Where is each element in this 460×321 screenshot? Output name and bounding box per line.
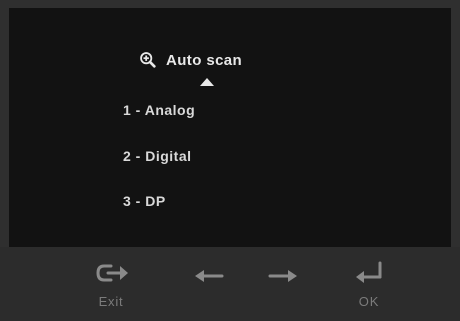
ok-label: OK (358, 294, 380, 309)
right-button[interactable] (266, 268, 300, 284)
exit-label: Exit (98, 294, 124, 309)
menu-title: Auto scan (166, 51, 243, 69)
osd-control-bar: Exit OK (0, 247, 460, 321)
menu-title-row: Auto scan (139, 48, 242, 72)
ok-button[interactable]: OK (352, 259, 386, 309)
menu-item-analog[interactable]: 1 - Analog (123, 102, 195, 118)
exit-icon (96, 264, 128, 282)
left-button[interactable] (192, 268, 226, 284)
osd-menu-panel: Auto scan 1 - Analog 2 - Digital 3 - DP (9, 8, 451, 247)
menu-item-dp[interactable]: 3 - DP (123, 193, 166, 209)
left-arrow-icon (195, 270, 224, 282)
monitor-osd-screen: Auto scan 1 - Analog 2 - Digital 3 - DP … (0, 0, 460, 321)
exit-button[interactable]: Exit (91, 259, 131, 309)
menu-item-digital[interactable]: 2 - Digital (123, 148, 192, 164)
enter-icon (356, 261, 382, 283)
triangle-up-icon (200, 78, 214, 86)
zoom-in-icon (140, 52, 156, 68)
right-arrow-icon (268, 270, 297, 282)
